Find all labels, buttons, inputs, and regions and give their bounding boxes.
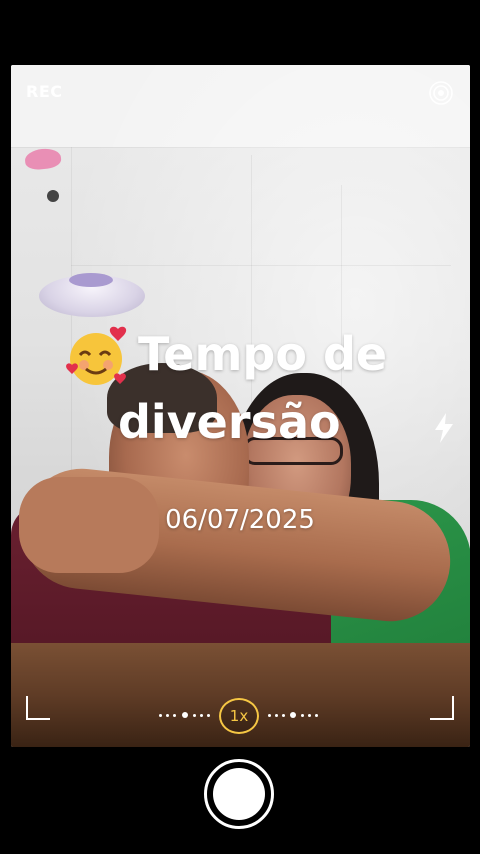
shutter-inner[interactable] <box>213 768 265 820</box>
zoom-tick <box>268 714 271 717</box>
smiling-face-with-hearts-icon <box>66 326 127 385</box>
zoom-tick <box>301 714 304 717</box>
zoom-tick <box>166 714 169 717</box>
zoom-tick <box>200 714 203 717</box>
zoom-level-button[interactable]: 1x <box>219 698 259 734</box>
target-icon[interactable] <box>428 80 454 106</box>
zoom-tick <box>173 714 176 717</box>
shutter-button[interactable] <box>204 759 274 829</box>
title-line-2: diversão <box>118 395 341 449</box>
zoom-tick <box>282 714 285 717</box>
zoom-tick <box>308 714 311 717</box>
rec-label: REC <box>26 82 63 101</box>
title-line-1: Tempo de <box>138 327 388 381</box>
ceiling-lamp-top <box>69 273 113 287</box>
zoom-tick <box>275 714 278 717</box>
zoom-control[interactable]: 1x <box>0 698 480 734</box>
zoom-tick-major <box>290 712 296 718</box>
zoom-tick <box>159 714 162 717</box>
zoom-tick <box>207 714 210 717</box>
wall-camera <box>47 190 59 202</box>
date-stamp: 06/07/2025 <box>165 505 315 535</box>
wall-panel-line <box>71 265 451 266</box>
zoom-tick <box>193 714 196 717</box>
flash-icon[interactable] <box>432 412 456 444</box>
zoom-tick <box>315 714 318 717</box>
zoom-tick-major <box>182 712 188 718</box>
